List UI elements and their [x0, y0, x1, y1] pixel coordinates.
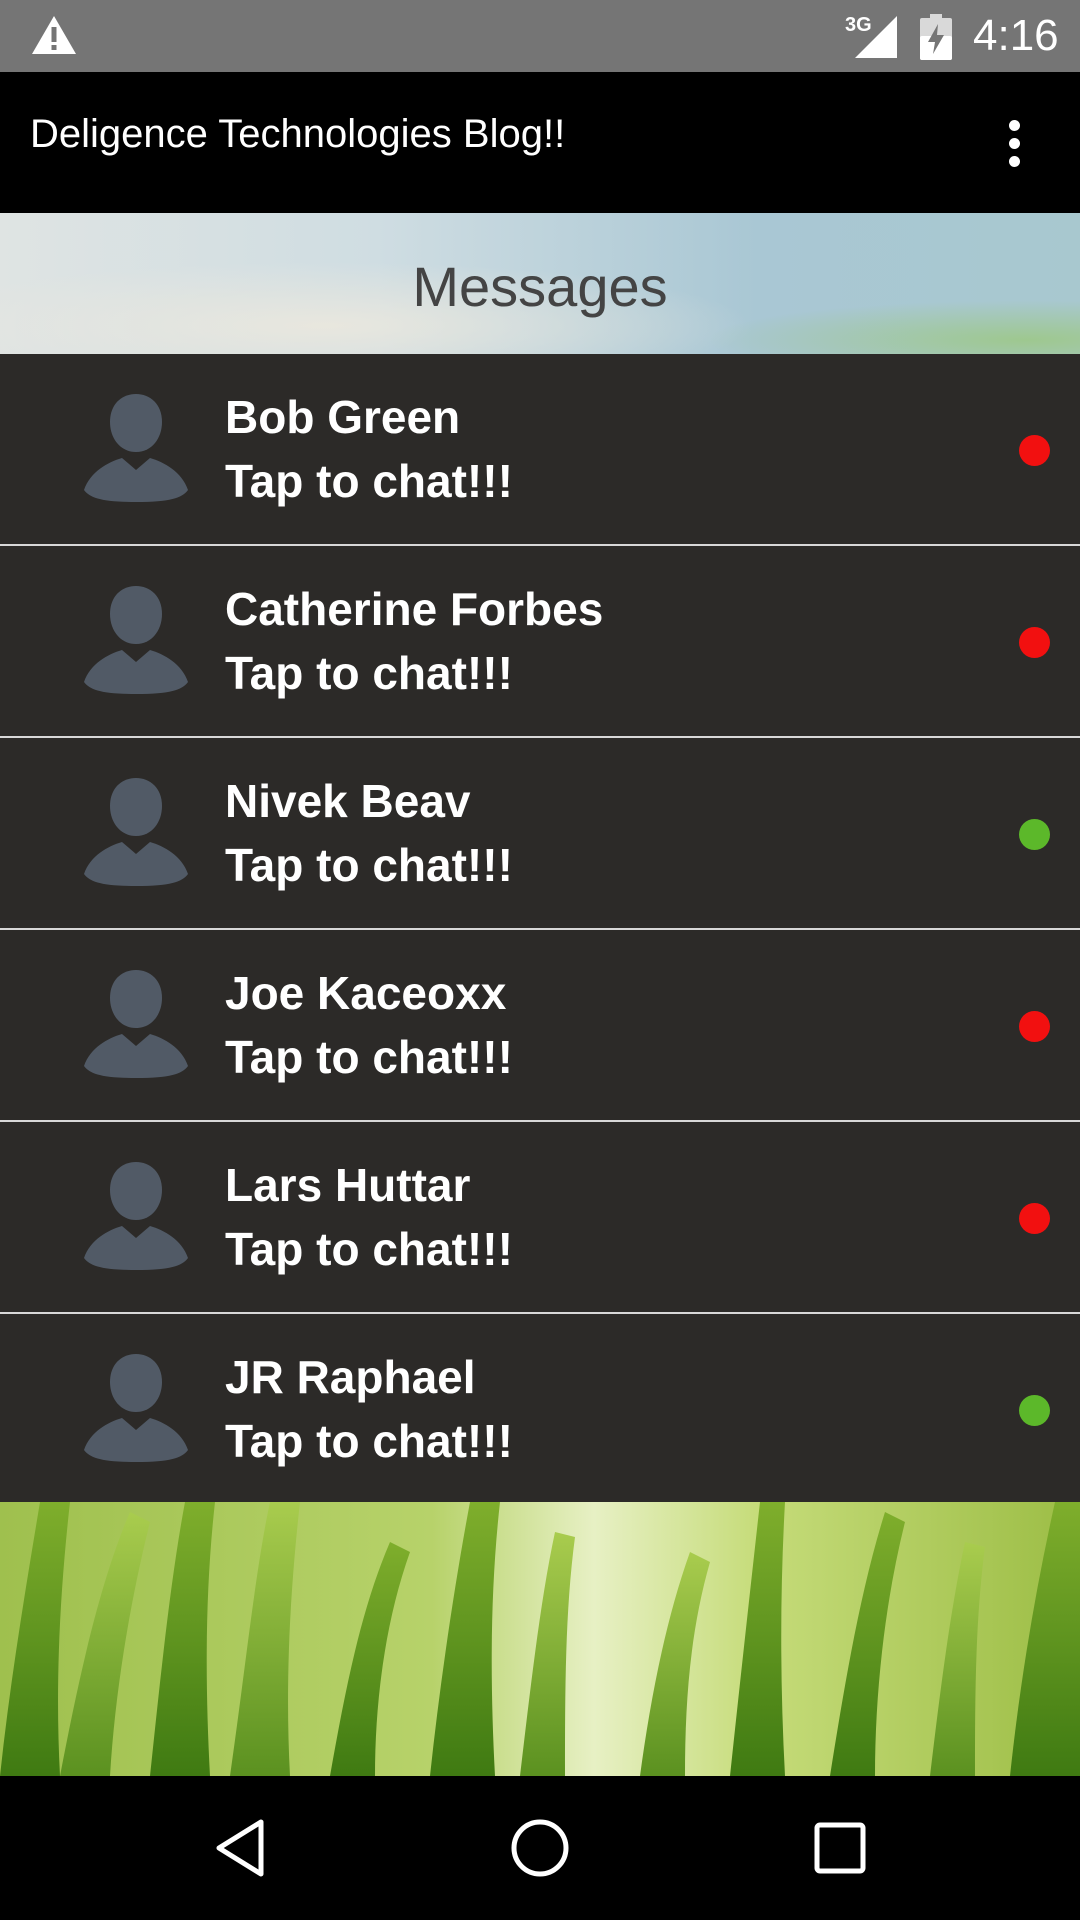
user-avatar-icon — [84, 586, 188, 694]
user-avatar-icon — [84, 970, 188, 1078]
online-status-indicator — [1019, 1395, 1050, 1426]
home-icon[interactable] — [504, 1812, 576, 1884]
offline-status-indicator — [1019, 627, 1050, 658]
contact-row[interactable]: Catherine Forbes Tap to chat!!! — [0, 546, 1080, 738]
contact-row[interactable]: JR Raphael Tap to chat!!! — [0, 1314, 1080, 1506]
user-avatar-icon — [84, 778, 188, 886]
contact-name: Catherine Forbes — [225, 583, 604, 635]
back-icon[interactable] — [205, 1812, 277, 1884]
contact-row[interactable]: Nivek Beav Tap to chat!!! — [0, 738, 1080, 930]
status-time: 4:16 — [973, 11, 1059, 60]
messages-title: Messages — [412, 255, 668, 318]
user-avatar-icon — [84, 1354, 188, 1462]
contact-name: JR Raphael — [225, 1351, 476, 1403]
online-status-indicator — [1019, 819, 1050, 850]
screen: 3G 4:16 Deligence Technologies Blog!! Me… — [0, 0, 1080, 1920]
contact-row[interactable]: Lars Huttar Tap to chat!!! — [0, 1122, 1080, 1314]
contact-row[interactable]: Bob Green Tap to chat!!! — [0, 354, 1080, 546]
contact-subtitle: Tap to chat!!! — [225, 1415, 513, 1467]
contact-list: Bob Green Tap to chat!!! Catherine Forbes T… — [0, 354, 1080, 1506]
contact-name: Nivek Beav — [225, 775, 471, 827]
battery-icon — [920, 14, 952, 60]
user-avatar-icon — [84, 394, 188, 502]
contact-subtitle: Tap to chat!!! — [225, 455, 513, 507]
warning-icon — [32, 16, 76, 54]
navigation-bar — [0, 1776, 1080, 1920]
contact-name: Lars Huttar — [225, 1159, 471, 1211]
messages-header: Messages — [0, 213, 1080, 354]
contact-name: Bob Green — [225, 391, 461, 443]
offline-status-indicator — [1019, 1011, 1050, 1042]
signal-icon — [855, 16, 897, 58]
grass-illustration — [0, 1502, 1080, 1776]
offline-status-indicator — [1019, 435, 1050, 466]
recents-icon[interactable] — [804, 1812, 876, 1884]
contact-subtitle: Tap to chat!!! — [225, 1031, 513, 1083]
contact-subtitle: Tap to chat!!! — [225, 1223, 513, 1275]
overflow-menu-icon[interactable] — [1000, 118, 1030, 170]
contact-subtitle: Tap to chat!!! — [225, 839, 513, 891]
app-title: Deligence Technologies Blog!! — [30, 112, 566, 156]
user-avatar-icon — [84, 1162, 188, 1270]
app-bar: Deligence Technologies Blog!! — [0, 72, 1080, 213]
contact-subtitle: Tap to chat!!! — [225, 647, 513, 699]
grass-background-image — [0, 1502, 1080, 1776]
contact-row[interactable]: Joe Kaceoxx Tap to chat!!! — [0, 930, 1080, 1122]
contact-name: Joe Kaceoxx — [225, 967, 507, 1019]
status-bar: 3G 4:16 — [0, 0, 1080, 72]
offline-status-indicator — [1019, 1203, 1050, 1234]
